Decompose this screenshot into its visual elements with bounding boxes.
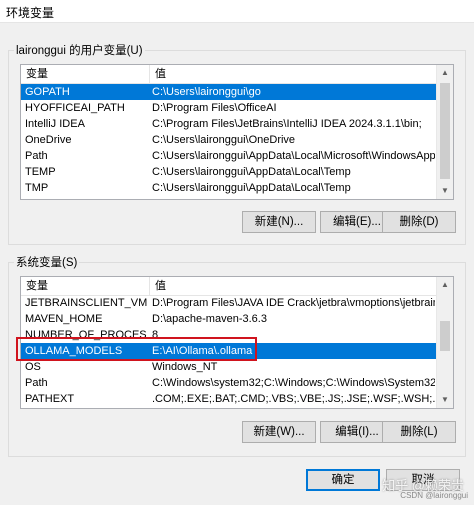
variable-value: Windows_NT xyxy=(152,361,218,373)
csdn-watermark: CSDN @laironggui xyxy=(400,491,468,500)
list-item[interactable]: HYOFFICEAI_PATH D:\Program Files\OfficeAI xyxy=(21,100,437,116)
user-variables-label: laironggui 的用户变量(U) xyxy=(14,42,145,58)
variable-name: JETBRAINSCLIENT_VM_O... xyxy=(25,297,147,309)
variable-value: C:\Users\laironggui\go xyxy=(152,86,261,98)
system-new-button[interactable]: 新建(W)... xyxy=(242,421,316,443)
list-item[interactable]: JETBRAINSCLIENT_VM_O... D:\Program Files\… xyxy=(21,295,437,311)
variable-name: Path xyxy=(25,150,48,162)
list-item[interactable]: OS Windows_NT xyxy=(21,359,437,375)
system-rows: JETBRAINSCLIENT_VM_O... D:\Program Files\… xyxy=(21,295,437,407)
list-item[interactable]: OLLAMA_MODELS E:\AI\Ollama\.ollama xyxy=(21,343,437,359)
column-header-variable[interactable]: 变量 xyxy=(21,277,150,295)
scroll-thumb[interactable] xyxy=(440,83,450,179)
variable-value: D:\apache-maven-3.6.3 xyxy=(152,313,267,325)
list-item[interactable]: TMP C:\Users\laironggui\AppData\Local\Tem… xyxy=(21,180,437,196)
title-bar: 环境变量 xyxy=(0,0,474,23)
variable-value: C:\Users\laironggui\AppData\Local\Micros… xyxy=(152,150,435,162)
variable-name: NUMBER_OF_PROCESSORS xyxy=(25,329,147,341)
list-item[interactable]: GOPATH C:\Users\laironggui\go xyxy=(21,84,437,100)
user-variables-list[interactable]: 变量 值 GOPATH C:\Users\laironggui\go HYOFFIC… xyxy=(20,64,454,200)
variable-name: OneDrive xyxy=(25,134,72,146)
variable-name: TMP xyxy=(25,182,49,194)
variable-value: 8 xyxy=(152,329,159,341)
system-variables-label: 系统变量(S) xyxy=(14,254,80,270)
column-header-value[interactable]: 值 xyxy=(150,277,437,295)
ok-button[interactable]: 确定 xyxy=(306,469,380,491)
list-item[interactable]: PATHEXT .COM;.EXE;.BAT;.CMD;.VBS;.VBE;.JS… xyxy=(21,391,437,407)
user-delete-button[interactable]: 删除(D) xyxy=(382,211,456,233)
variable-value: E:\AI\Ollama\.ollama xyxy=(152,345,253,357)
list-item[interactable]: IntelliJ IDEA C:\Program Files\JetBrains\… xyxy=(21,116,437,132)
variable-value: C:\Users\laironggui\AppData\Local\Temp xyxy=(152,166,351,178)
column-header-variable[interactable]: 变量 xyxy=(21,65,150,83)
list-item[interactable]: Path C:\Users\laironggui\AppData\Local\Mi… xyxy=(21,148,437,164)
variable-name: HYOFFICEAI_PATH xyxy=(25,102,125,114)
variable-name: TEMP xyxy=(25,166,56,178)
user-new-button[interactable]: 新建(N)... xyxy=(242,211,316,233)
variable-value: C:\Users\laironggui\AppData\Local\Temp xyxy=(152,182,351,194)
column-header-value[interactable]: 值 xyxy=(150,65,437,83)
variable-value: C:\Windows\system32;C:\Windows;C:\Window… xyxy=(152,377,435,389)
system-delete-button[interactable]: 删除(L) xyxy=(382,421,456,443)
user-list-header: 变量 值 xyxy=(21,65,437,84)
scroll-up-arrow-icon[interactable]: ▲ xyxy=(437,277,453,293)
system-list-scrollbar[interactable]: ▲ ▼ xyxy=(436,277,453,408)
list-item[interactable]: NUMBER_OF_PROCESSORS 8 xyxy=(21,327,437,343)
list-item[interactable]: Path C:\Windows\system32;C:\Windows;C:\Wi… xyxy=(21,375,437,391)
user-rows: GOPATH C:\Users\laironggui\go HYOFFICEAI_P… xyxy=(21,84,437,196)
variable-value: C:\Users\laironggui\OneDrive xyxy=(152,134,296,146)
list-item[interactable]: MAVEN_HOME D:\apache-maven-3.6.3 xyxy=(21,311,437,327)
scroll-up-arrow-icon[interactable]: ▲ xyxy=(437,65,453,81)
variable-value: .COM;.EXE;.BAT;.CMD;.VBS;.VBE;.JS;.JSE;.… xyxy=(152,393,435,405)
variable-name: MAVEN_HOME xyxy=(25,313,103,325)
list-item[interactable]: TEMP C:\Users\laironggui\AppData\Local\Te… xyxy=(21,164,437,180)
variable-value: D:\Program Files\OfficeAI xyxy=(152,102,277,114)
variable-name: GOPATH xyxy=(25,86,70,98)
scroll-down-arrow-icon[interactable]: ▼ xyxy=(437,392,453,408)
variable-value: D:\Program Files\JAVA IDE Crack\jetbra\v… xyxy=(152,297,435,309)
variable-value: C:\Program Files\JetBrains\IntelliJ IDEA… xyxy=(152,118,422,130)
system-list-header: 变量 值 xyxy=(21,277,437,296)
variable-name: IntelliJ IDEA xyxy=(25,118,85,130)
variable-name: Path xyxy=(25,377,48,389)
scroll-thumb[interactable] xyxy=(440,321,450,351)
list-item[interactable]: OneDrive C:\Users\laironggui\OneDrive xyxy=(21,132,437,148)
variable-name: OLLAMA_MODELS xyxy=(25,345,123,357)
window-title: 环境变量 xyxy=(6,6,55,20)
user-list-scrollbar[interactable]: ▲ ▼ xyxy=(436,65,453,199)
system-variables-list[interactable]: 变量 值 JETBRAINSCLIENT_VM_O... D:\Program F… xyxy=(20,276,454,409)
scroll-down-arrow-icon[interactable]: ▼ xyxy=(437,183,453,199)
variable-name: OS xyxy=(25,361,41,373)
variable-name: PATHEXT xyxy=(25,393,75,405)
